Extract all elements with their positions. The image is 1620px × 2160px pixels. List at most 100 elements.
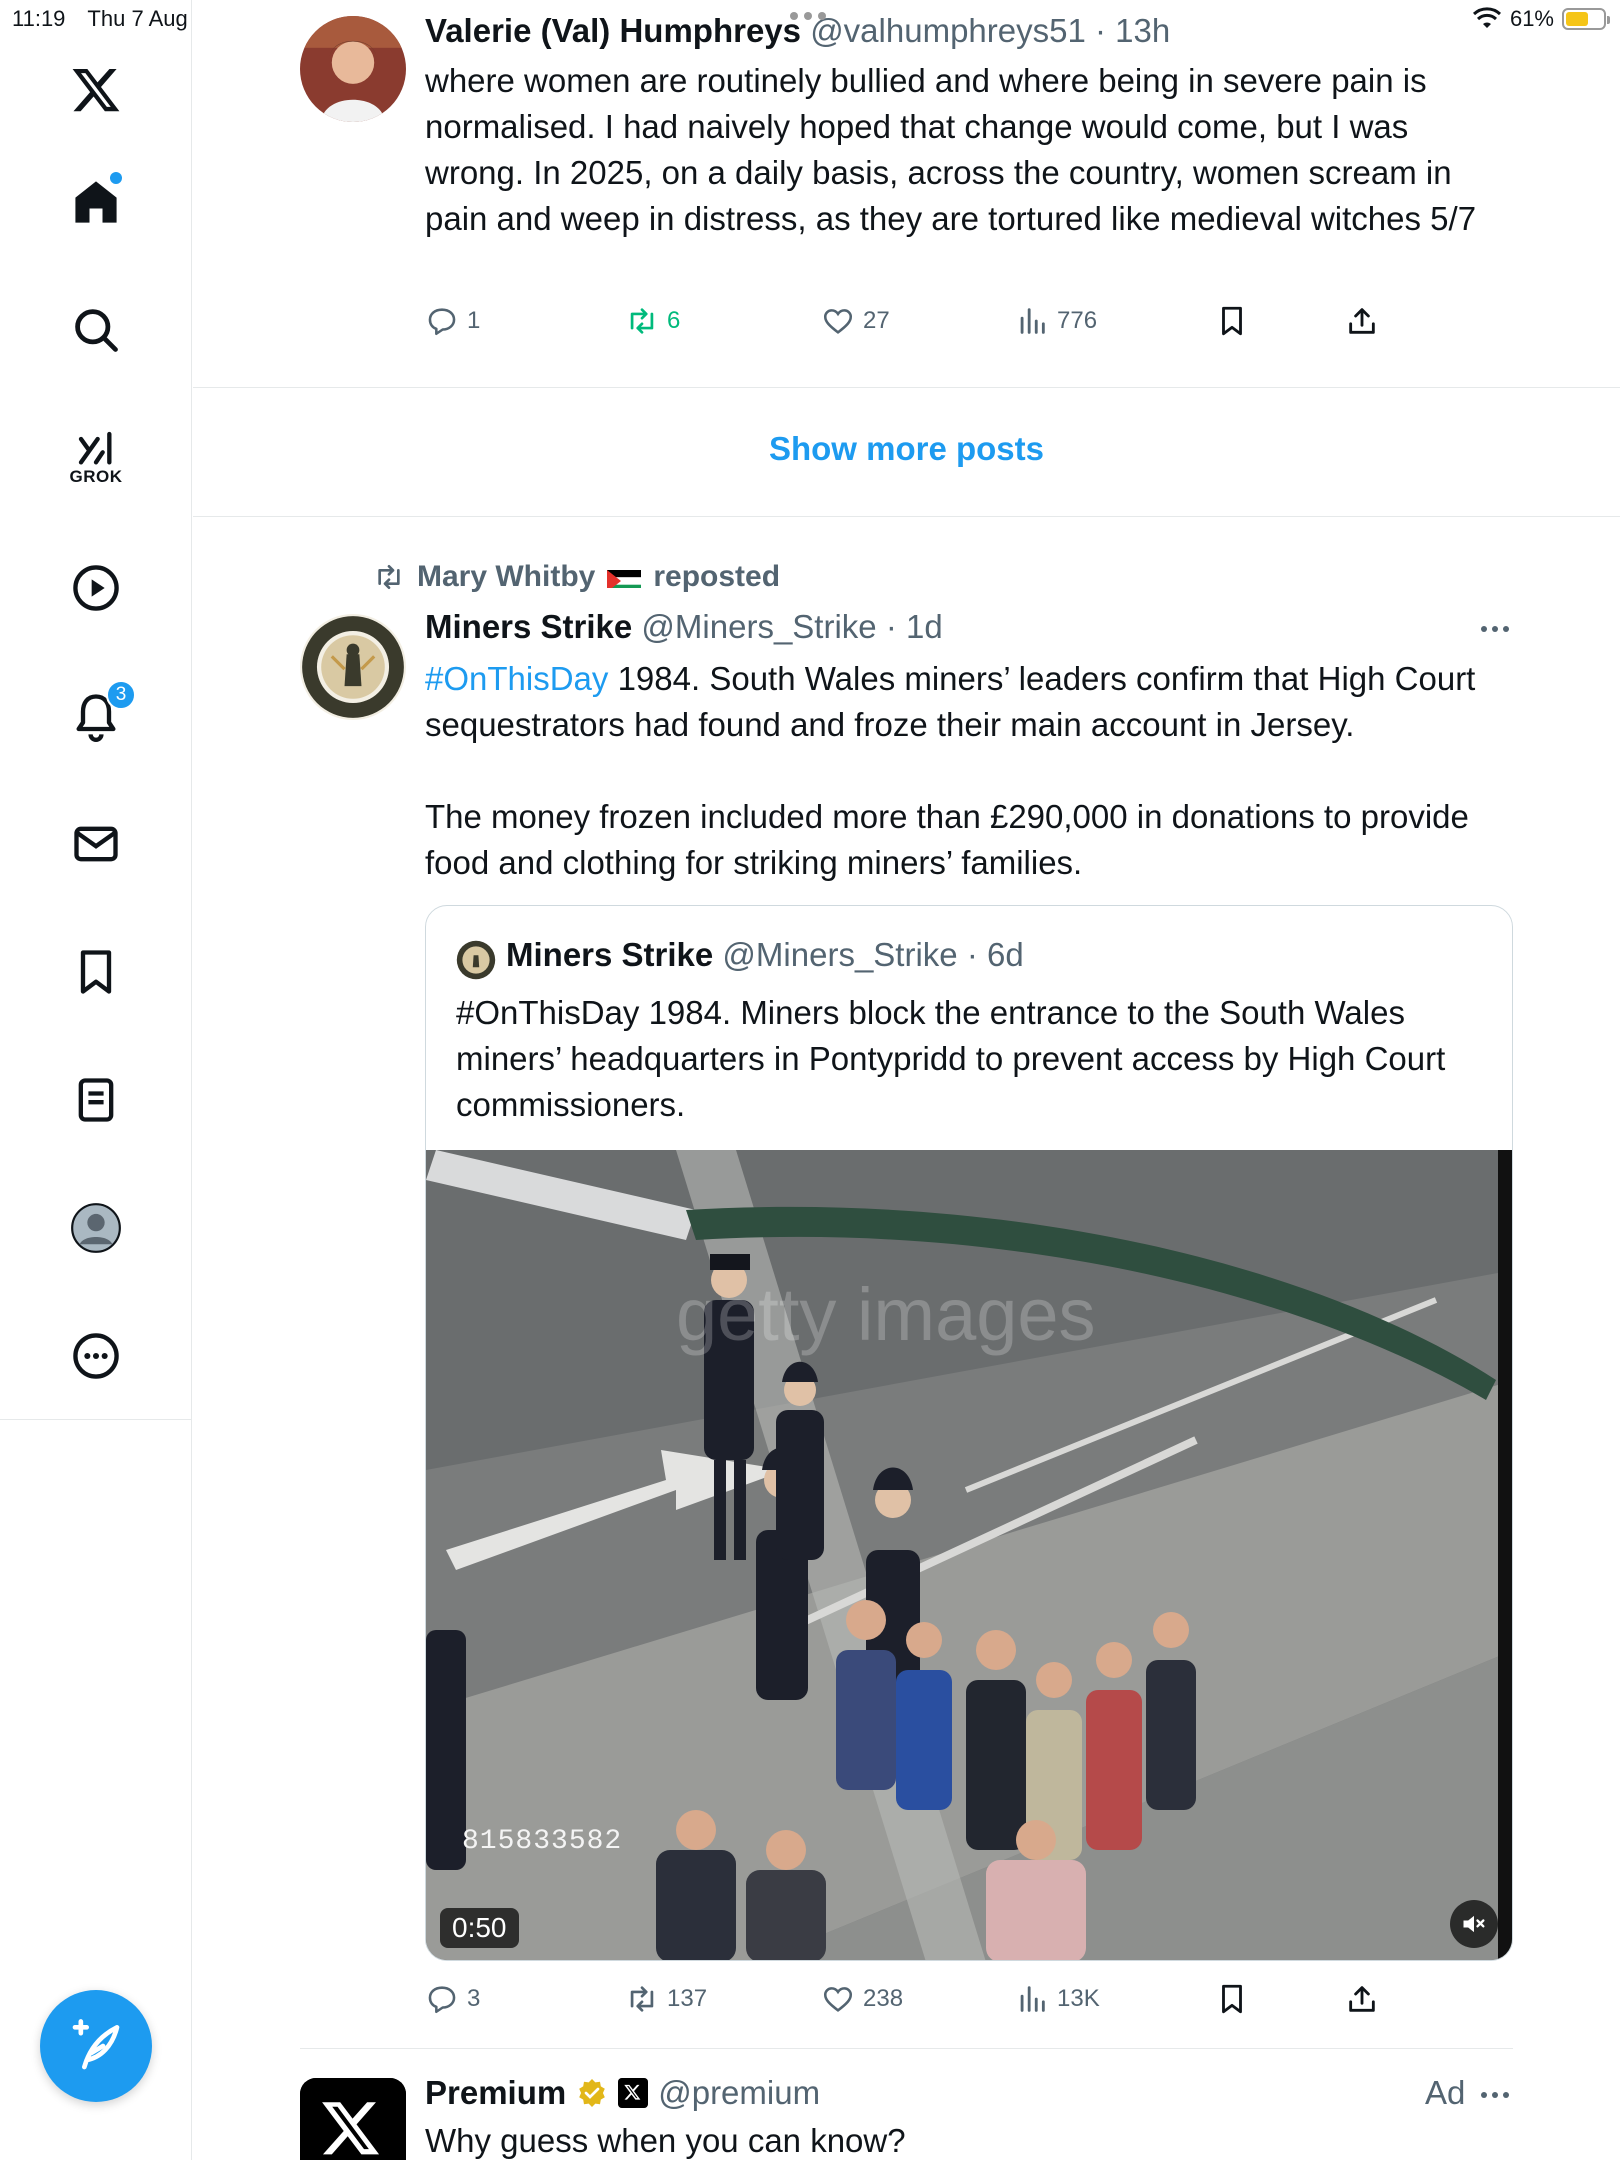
reply-icon [428, 308, 456, 336]
quoted-post[interactable]: Miners Strike @Miners_Strike · 6d #OnThi… [425, 905, 1513, 1961]
main-feed: Valerie (Val) Humphreys @valhumphreys51 … [193, 0, 1620, 2160]
bookmark-icon [1222, 1984, 1242, 2014]
ad-label: Ad [1425, 2074, 1466, 2111]
repost-count: 6 [667, 307, 681, 334]
avatar[interactable] [300, 16, 406, 122]
home-unread-dot [110, 172, 122, 184]
nav-lists[interactable] [48, 1052, 144, 1148]
nav-profile[interactable] [48, 1180, 144, 1276]
video-player[interactable]: getty images 815833582 0:50 [426, 1150, 1512, 1960]
views-button[interactable]: 776 [1015, 304, 1097, 338]
profile-avatar-icon [71, 1203, 121, 1253]
nav-notifications[interactable]: 3 [48, 668, 144, 764]
author-handle[interactable]: @premium [658, 2074, 820, 2112]
svg-text:getty images: getty images [676, 1273, 1096, 1356]
repost-icon [378, 565, 400, 589]
like-button[interactable]: 238 [821, 1982, 903, 2016]
author-name[interactable]: Miners Strike [425, 608, 632, 645]
post-time[interactable]: 13h [1115, 12, 1170, 49]
nav-grok[interactable]: GROK [48, 410, 144, 506]
quote-author-handle: @Miners_Strike [722, 936, 958, 973]
nav-home[interactable] [48, 154, 144, 250]
like-count: 238 [863, 1985, 904, 2012]
repost-context: Mary Whitby reposted [373, 560, 780, 594]
nav-bookmarks[interactable] [48, 924, 144, 1020]
show-more-posts-link[interactable]: Show more posts [193, 430, 1620, 468]
play-circle-icon [73, 565, 119, 611]
nav-explore[interactable] [48, 282, 144, 378]
divider [300, 2048, 1513, 2049]
post-more-icon[interactable] [1481, 626, 1509, 632]
post-text: #OnThisDay 1984. South Wales miners’ lea… [425, 656, 1525, 748]
bookmark-button[interactable] [1215, 1982, 1249, 2016]
post-actions: 1 6 27 776 [425, 304, 1585, 344]
verified-gold-badge-icon [579, 2079, 606, 2107]
reposter-name[interactable]: Mary Whitby [417, 560, 595, 594]
post-text: where women are routinely bullied and wh… [425, 62, 1477, 237]
speaker-muted-icon [1463, 1915, 1485, 1933]
status-bar-left: 11:19 Thu 7 Aug [12, 6, 188, 32]
hashtag-link[interactable]: #OnThisDay [425, 660, 608, 697]
video-duration: 0:50 [440, 1908, 519, 1948]
quote-time: 6d [986, 936, 1024, 973]
share-icon [1349, 1986, 1375, 2012]
repost-icon [630, 1986, 654, 2012]
quote-author-name: Miners Strike [506, 936, 714, 973]
grok-icon [78, 431, 112, 465]
post-header: Miners Strike @Miners_Strike · 1d [425, 608, 943, 645]
like-button[interactable]: 27 [821, 304, 890, 338]
author-handle[interactable]: @Miners_Strike [641, 608, 876, 645]
heart-icon [823, 1987, 853, 2012]
status-bar-right: 61% [1472, 6, 1610, 32]
repost-count: 137 [667, 1985, 708, 2012]
author-name[interactable]: Valerie (Val) Humphreys [425, 12, 801, 49]
views-count: 13K [1057, 1985, 1100, 2012]
video-timecode: 815833582 [462, 1826, 623, 1857]
post-more-icon[interactable] [1481, 2092, 1509, 2098]
share-button[interactable] [1345, 1982, 1379, 2016]
divider [193, 387, 1620, 388]
reply-count: 3 [467, 1985, 481, 2012]
mute-button[interactable] [1450, 1900, 1498, 1948]
x-affiliate-badge-icon [618, 2078, 649, 2108]
bookmark-button[interactable] [1215, 304, 1249, 338]
palestine-flag-icon [607, 566, 642, 588]
nav-more[interactable] [48, 1308, 144, 1404]
search-icon [75, 309, 118, 352]
x-logo-icon[interactable] [48, 42, 144, 138]
more-circle-icon [73, 1333, 119, 1379]
post-text-paragraph: The money frozen included more than £290… [425, 798, 1469, 881]
divider [193, 516, 1620, 517]
reply-icon [428, 1986, 456, 2014]
author-name[interactable]: Premium [425, 2074, 566, 2112]
views-bar-icon [1020, 308, 1045, 334]
bookmark-icon [80, 950, 112, 994]
avatar[interactable] [300, 2078, 406, 2160]
reply-count: 1 [467, 307, 481, 334]
avatar[interactable] [300, 614, 406, 720]
nav-video[interactable] [48, 540, 144, 636]
post-text: Why guess when you can know? [425, 2122, 906, 2159]
post-time[interactable]: 1d [906, 608, 943, 645]
battery-icon [1562, 8, 1610, 30]
mail-icon [74, 826, 118, 862]
list-icon [78, 1078, 114, 1122]
multitask-dots[interactable] [790, 12, 826, 20]
nav-messages[interactable] [48, 796, 144, 892]
repost-button[interactable]: 6 [625, 304, 680, 338]
compose-post-button[interactable] [40, 1990, 152, 2102]
author-handle[interactable]: @valhumphreys51 [810, 12, 1086, 49]
repost-button[interactable]: 137 [625, 1982, 707, 2016]
share-icon [1349, 308, 1375, 334]
status-date: Thu 7 Aug [87, 6, 188, 31]
views-button[interactable]: 13K [1015, 1982, 1100, 2016]
reply-button[interactable]: 3 [425, 1982, 480, 2016]
reply-button[interactable]: 1 [425, 304, 480, 338]
feather-plus-icon [72, 2019, 120, 2070]
reposted-label: reposted [653, 560, 781, 593]
wifi-icon [1472, 7, 1501, 28]
heart-icon [823, 309, 853, 334]
views-bar-icon [1020, 1986, 1045, 2012]
battery-percent: 61% [1509, 6, 1554, 31]
share-button[interactable] [1345, 304, 1379, 338]
